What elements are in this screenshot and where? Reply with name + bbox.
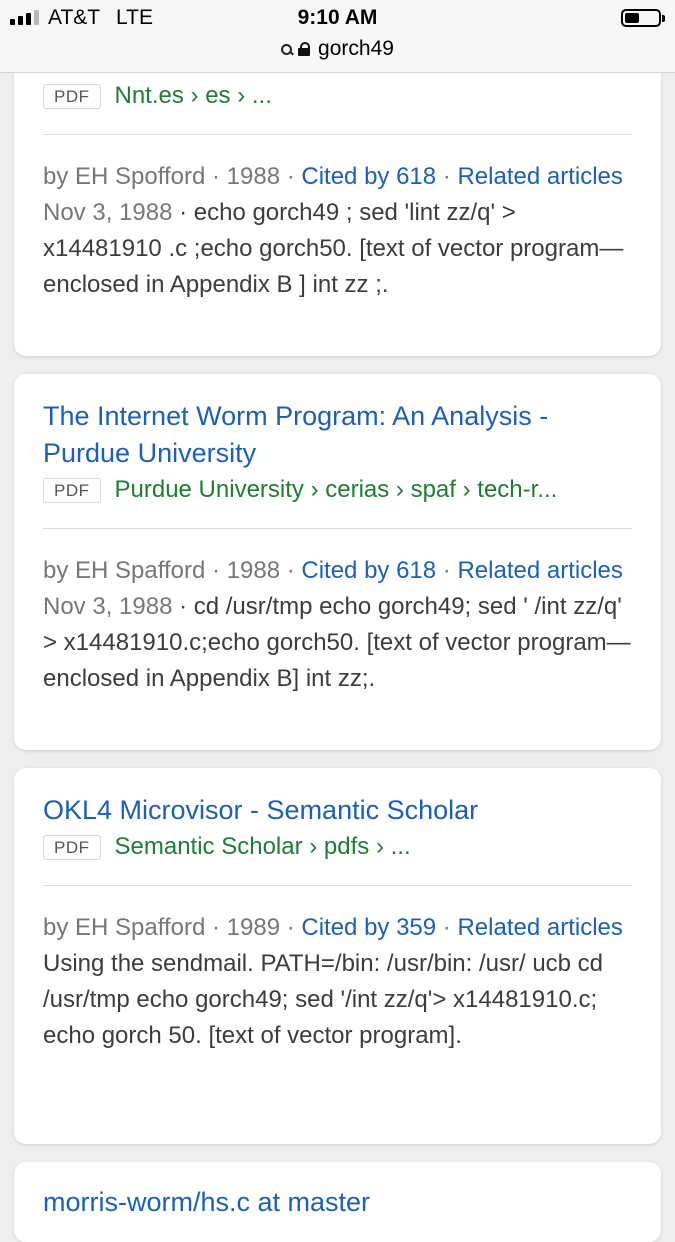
search-result-card[interactable]: morris-worm/hs.c at master: [14, 1162, 661, 1242]
result-source: PDF Purdue University › cerias › spaf › …: [43, 472, 632, 508]
result-year: 1989: [226, 914, 281, 941]
search-result-card[interactable]: The Internet Worm Program: An Analysis -…: [14, 374, 661, 750]
result-snippet: Nov 3, 1988 · cd /usr/tmp echo gorch49; …: [43, 593, 631, 692]
result-meta: by EH Spafford · 1988 · Cited by 618 · R…: [43, 557, 623, 584]
search-result-card[interactable]: OKL4 Microvisor - Semantic Scholar PDF S…: [14, 768, 661, 1144]
url-text[interactable]: gorch49: [318, 37, 394, 61]
pdf-badge: PDF: [43, 834, 101, 860]
address-bar[interactable]: gorch49: [0, 36, 675, 72]
result-date: Nov 3, 1988: [43, 593, 173, 620]
result-author: by EH Spafford: [43, 557, 206, 584]
search-icon: [281, 43, 293, 55]
cited-by-link[interactable]: Cited by 618: [301, 163, 436, 190]
lock-icon: [298, 42, 311, 56]
divider: [43, 134, 632, 135]
divider: [43, 528, 632, 529]
battery-icon: [621, 9, 665, 27]
result-breadcrumb[interactable]: Nnt.es › es › ...: [115, 82, 272, 110]
result-meta: by EH Spafford · 1989 · Cited by 359 · R…: [43, 914, 623, 941]
result-year: 1988: [226, 557, 281, 584]
cited-by-link[interactable]: Cited by 618: [301, 557, 436, 584]
pdf-badge: PDF: [43, 83, 101, 109]
result-breadcrumb[interactable]: Semantic Scholar › pdfs › ...: [115, 833, 411, 861]
cited-by-link[interactable]: Cited by 359: [301, 914, 436, 941]
result-breadcrumb[interactable]: Purdue University › cerias › spaf › tech…: [115, 476, 558, 504]
result-source: PDF Nnt.es › es › ...: [43, 78, 632, 114]
result-date: Nov 3, 1988: [43, 199, 173, 226]
browser-top-bar: AT&T LTE 9:10 AM gorch49: [0, 0, 675, 73]
status-time: 9:10 AM: [297, 6, 378, 29]
result-snippet: Nov 3, 1988 · echo gorch49 ; sed 'lint z…: [43, 199, 624, 298]
search-result-card[interactable]: PDF Nnt.es › es › ... by EH Spofford · 1…: [14, 30, 661, 356]
result-source: PDF Semantic Scholar › pdfs › ...: [43, 829, 632, 865]
result-title-link[interactable]: OKL4 Microvisor - Semantic Scholar: [43, 792, 632, 829]
result-year: 1988: [226, 163, 281, 190]
snippet-text: Using the sendmail. PATH=/bin: /usr/bin:…: [43, 950, 604, 1049]
result-snippet: Using the sendmail. PATH=/bin: /usr/bin:…: [43, 946, 632, 1054]
pdf-badge: PDF: [43, 477, 101, 503]
divider: [43, 885, 632, 886]
status-bar: AT&T LTE 9:10 AM: [0, 0, 675, 36]
related-articles-link[interactable]: Related articles: [457, 557, 622, 584]
result-title-link[interactable]: The Internet Worm Program: An Analysis -…: [43, 398, 632, 472]
result-author: by EH Spofford: [43, 163, 206, 190]
related-articles-link[interactable]: Related articles: [457, 914, 622, 941]
result-meta: by EH Spofford · 1988 · Cited by 618 · R…: [43, 163, 623, 190]
result-title-link[interactable]: morris-worm/hs.c at master: [43, 1184, 632, 1221]
result-author: by EH Spafford: [43, 914, 206, 941]
related-articles-link[interactable]: Related articles: [457, 163, 622, 190]
